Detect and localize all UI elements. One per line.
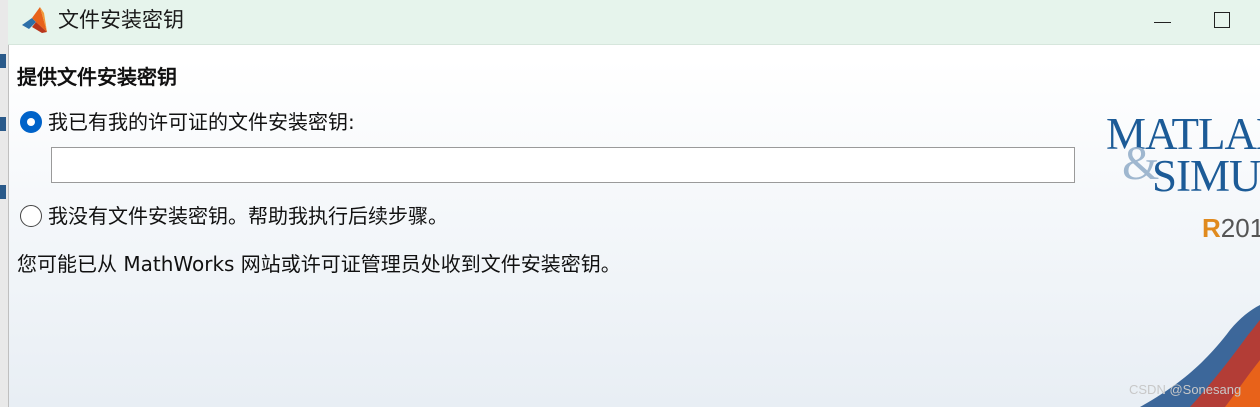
page-heading: 提供文件安装密钥 — [17, 65, 177, 89]
minimize-button[interactable] — [1145, 4, 1181, 34]
radio-have-key[interactable] — [20, 111, 42, 133]
info-text: 您可能已从 MathWorks 网站或许可证管理员处收到文件安装密钥。 — [17, 252, 621, 276]
minimize-icon — [1154, 22, 1171, 23]
option-have-key-label: 我已有我的许可证的文件安装密钥: — [48, 110, 355, 134]
edge-mark — [0, 54, 6, 68]
maximize-icon — [1214, 12, 1230, 28]
watermark-text: CSDN @Sonesang — [1129, 382, 1242, 397]
matlab-membrane-icon — [22, 7, 47, 33]
option-no-key[interactable]: 我没有文件安装密钥。帮助我执行后续步骤。 — [20, 202, 448, 230]
radio-no-key[interactable] — [20, 205, 42, 227]
option-no-key-label: 我没有文件安装密钥。帮助我执行后续步骤。 — [48, 204, 448, 228]
release-label: R201 — [1202, 213, 1260, 243]
window-title: 文件安装密钥 — [58, 8, 184, 32]
option-have-key[interactable]: 我已有我的许可证的文件安装密钥: — [20, 108, 355, 136]
left-edge-strip — [0, 0, 9, 407]
edge-mark — [0, 117, 6, 131]
maximize-button[interactable] — [1206, 4, 1242, 34]
install-key-input[interactable] — [51, 147, 1075, 183]
brand-line-2: SIMULINK — [1152, 151, 1260, 201]
install-key-window: 文件安装密钥 提供文件安装密钥 我已有我的许可证的文件安装密钥: 我没有文件安装… — [0, 0, 1260, 407]
title-bar: 文件安装密钥 — [8, 0, 1260, 45]
edge-mark — [0, 185, 6, 199]
